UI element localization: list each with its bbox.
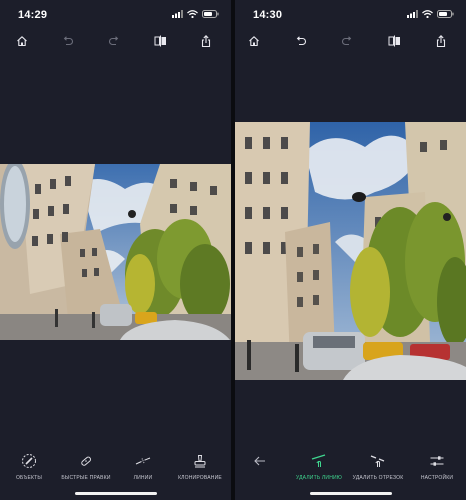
home-button[interactable] [11,30,33,52]
share-icon [201,34,211,47]
home-icon [249,36,259,47]
battery-icon [202,10,219,18]
line-remove-icon [132,450,154,472]
status-icons [172,10,219,18]
photo-canvas[interactable] [0,164,231,340]
sliders-icon [426,450,448,472]
signal-icon [172,10,183,18]
line-tap-icon [308,450,330,472]
undo-button[interactable] [290,30,312,52]
wifi-icon [187,10,198,18]
stamp-icon [189,450,211,472]
home-button[interactable] [243,30,265,52]
left-screen: 14:29 ОБЪЕКТЫ БЫСТРЫЕ ПРАВКИ ЛИНИИ КЛОНИ… [0,0,231,500]
status-icons [407,10,454,18]
tool-label: НАСТРОЙКИ [420,475,454,481]
tool-label: БЫСТРЫЕ ПРАВКИ [61,475,111,481]
back-button[interactable] [235,450,290,475]
status-time: 14:29 [18,9,48,21]
undo-icon [63,36,73,46]
tool-bar: ОБЪЕКТЫ БЫСТРЫЕ ПРАВКИ ЛИНИИ КЛОНИРОВАНИ… [0,450,231,490]
tool-label: ОБЪЕКТЫ [15,475,43,481]
wifi-icon [422,10,433,18]
tool-settings[interactable]: НАСТРОЙКИ [407,450,466,481]
compare-icon [154,35,166,47]
home-indicator[interactable] [309,492,392,495]
top-toolbar [0,30,231,52]
tool-label: КЛОНИРОВАНИЕ [178,475,222,481]
segment-tap-icon [367,450,389,472]
status-bar: 14:29 [0,0,231,28]
tool-quick-fix[interactable]: БЫСТРЫЕ ПРАВКИ [56,450,116,481]
band-aid-icon [75,450,97,472]
home-indicator[interactable] [74,492,157,495]
share-icon [436,34,446,47]
share-button[interactable] [430,30,452,52]
redo-icon [342,36,352,46]
back-arrow-icon [249,450,271,472]
share-button[interactable] [195,30,217,52]
status-time: 14:30 [253,9,283,21]
tool-bar: УДАЛИТЬ ЛИНИЮ УДАЛИТЬ ОТРЕЗОК НАСТРОЙКИ [235,450,466,490]
tool-lines[interactable]: ЛИНИИ [113,450,173,481]
tool-label: УДАЛИТЬ ЛИНИЮ [295,475,343,481]
redo-icon [109,36,119,46]
tool-label: ЛИНИИ [133,475,153,481]
redo-button[interactable] [336,30,358,52]
tool-clone[interactable]: КЛОНИРОВАНИЕ [170,450,230,481]
tool-remove-line[interactable]: УДАЛИТЬ ЛИНИЮ [289,450,349,481]
top-toolbar [235,30,466,52]
right-screen: 14:30 УДАЛИТЬ ЛИНИЮ УДАЛИТЬ ОТРЕЗОК НАСТ… [235,0,466,500]
redo-button[interactable] [103,30,125,52]
tool-remove-segment[interactable]: УДАЛИТЬ ОТРЕЗОК [348,450,408,481]
tool-label: УДАЛИТЬ ОТРЕЗОК [352,475,404,481]
undo-icon [296,36,306,46]
compare-button[interactable] [149,30,171,52]
undo-button[interactable] [57,30,79,52]
tool-objects[interactable]: ОБЪЕКТЫ [0,450,59,481]
battery-icon [437,10,454,18]
signal-icon [407,10,418,18]
status-bar: 14:30 [235,0,466,28]
compare-button[interactable] [383,30,405,52]
eraser-circle-icon [18,450,40,472]
compare-icon [388,35,400,47]
home-icon [17,36,27,47]
photo-canvas[interactable] [235,122,466,380]
